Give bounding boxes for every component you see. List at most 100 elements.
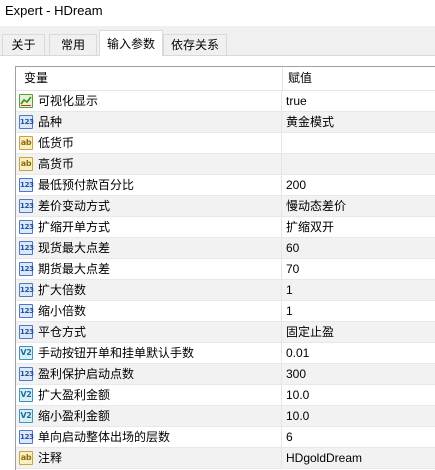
parameter-row[interactable]: 123 单向启动整体出场的层数 6 bbox=[16, 427, 435, 448]
value-cell[interactable]: 300 bbox=[286, 364, 306, 384]
header-separator[interactable] bbox=[282, 67, 283, 90]
parameter-row[interactable]: 可视化显示 true bbox=[16, 91, 435, 112]
int-icon: 123 bbox=[19, 283, 34, 297]
inputs-panel: 变量 赋值 可视化显示 true 123 品种 黄金模式 ab 低货币 ab 高货币 123 最低预… bbox=[0, 56, 435, 470]
value-cell[interactable]: 1 bbox=[286, 280, 293, 300]
int-icon: 123 bbox=[19, 430, 34, 444]
grid-header: 变量 赋值 bbox=[16, 67, 435, 91]
value-cell[interactable]: 慢动态差价 bbox=[286, 196, 346, 216]
parameter-row[interactable]: V2 扩大盈利金额 10.0 bbox=[16, 385, 435, 406]
variable-cell: V2 缩小盈利金额 bbox=[16, 406, 282, 426]
variable-cell: 123 缩小倍数 bbox=[16, 301, 282, 321]
string-icon: ab bbox=[19, 157, 33, 171]
variable-label: 缩小倍数 bbox=[38, 304, 87, 318]
variable-cell: 123 盈利保护启动点数 bbox=[16, 364, 282, 384]
variable-cell: V2 手动按钮开单和挂单默认手数 bbox=[16, 343, 282, 363]
value-cell[interactable]: HDgoldDream bbox=[286, 448, 362, 468]
value-cell[interactable]: 扩缩双开 bbox=[286, 217, 334, 237]
tab-dependencies[interactable]: 依存关系 bbox=[163, 34, 227, 55]
int-icon: 123 bbox=[19, 178, 34, 192]
tab-strip: 关于 常用 输入参数 依存关系 bbox=[0, 26, 435, 56]
value-cell[interactable]: 1 bbox=[286, 301, 293, 321]
int-icon: 123 bbox=[19, 241, 34, 255]
variable-label: 低货币 bbox=[38, 136, 75, 150]
variable-cell: 123 扩大倍数 bbox=[16, 280, 282, 300]
header-variable[interactable]: 变量 bbox=[24, 67, 48, 90]
variable-label: 注释 bbox=[38, 451, 63, 465]
variable-cell: 123 期货最大点差 bbox=[16, 259, 282, 279]
parameter-row[interactable]: 123 品种 黄金模式 bbox=[16, 112, 435, 133]
int-icon: 123 bbox=[19, 367, 34, 381]
variable-label: 最低预付款百分比 bbox=[38, 178, 135, 192]
tab-inputs[interactable]: 输入参数 bbox=[99, 30, 163, 56]
variable-label: 期货最大点差 bbox=[38, 262, 111, 276]
variable-cell: 123 最低预付款百分比 bbox=[16, 175, 282, 195]
value-cell[interactable]: 60 bbox=[286, 238, 299, 258]
value-cell[interactable]: 200 bbox=[286, 175, 306, 195]
variable-cell: 可视化显示 bbox=[16, 91, 282, 111]
parameter-row[interactable]: 123 盈利保护启动点数 300 bbox=[16, 364, 435, 385]
parameter-row[interactable]: ab 低货币 bbox=[16, 133, 435, 154]
variable-label: 差价变动方式 bbox=[38, 199, 111, 213]
variable-label: 盈利保护启动点数 bbox=[38, 367, 135, 381]
double-icon: V2 bbox=[19, 409, 33, 423]
string-icon: ab bbox=[19, 136, 33, 150]
value-cell[interactable]: 70 bbox=[286, 259, 299, 279]
int-icon: 123 bbox=[19, 325, 34, 339]
parameter-row[interactable]: 123 最低预付款百分比 200 bbox=[16, 175, 435, 196]
variable-cell: V2 扩大盈利金额 bbox=[16, 385, 282, 405]
int-icon: 123 bbox=[19, 199, 34, 213]
value-cell[interactable]: 10.0 bbox=[286, 385, 309, 405]
window-title: Expert - HDream bbox=[5, 3, 103, 18]
header-value[interactable]: 赋值 bbox=[288, 67, 312, 90]
value-cell[interactable]: 6 bbox=[286, 427, 293, 447]
value-cell[interactable]: 0.01 bbox=[286, 343, 309, 363]
variable-cell: ab 高货币 bbox=[16, 154, 282, 174]
parameter-row[interactable]: 123 扩大倍数 1 bbox=[16, 280, 435, 301]
variable-label: 扩大盈利金额 bbox=[38, 388, 111, 402]
int-icon: 123 bbox=[19, 220, 34, 234]
variable-label: 扩缩开单方式 bbox=[38, 220, 111, 234]
parameter-row[interactable]: 123 现货最大点差 60 bbox=[16, 238, 435, 259]
int-icon: 123 bbox=[19, 115, 34, 129]
variable-label: 手动按钮开单和挂单默认手数 bbox=[38, 346, 195, 360]
tab-about[interactable]: 关于 bbox=[2, 34, 45, 55]
variable-cell: ab 注释 bbox=[16, 448, 282, 468]
parameter-row[interactable]: ab 注释 HDgoldDream bbox=[16, 448, 435, 469]
parameter-row[interactable]: 123 平仓方式 固定止盈 bbox=[16, 322, 435, 343]
tab-common[interactable]: 常用 bbox=[49, 34, 97, 55]
variable-cell: 123 扩缩开单方式 bbox=[16, 217, 282, 237]
string-icon: ab bbox=[19, 451, 33, 465]
variable-label: 扩大倍数 bbox=[38, 283, 87, 297]
double-icon: V2 bbox=[19, 346, 33, 360]
value-cell[interactable]: 固定止盈 bbox=[286, 322, 334, 342]
bool-icon bbox=[19, 94, 33, 108]
double-icon: V2 bbox=[19, 388, 33, 402]
parameter-row[interactable]: 123 期货最大点差 70 bbox=[16, 259, 435, 280]
parameter-row[interactable]: 123 差价变动方式 慢动态差价 bbox=[16, 196, 435, 217]
value-cell[interactable]: 10.0 bbox=[286, 406, 309, 426]
variable-label: 现货最大点差 bbox=[38, 241, 111, 255]
parameter-row[interactable]: 123 扩缩开单方式 扩缩双开 bbox=[16, 217, 435, 238]
variable-label: 单向启动整体出场的层数 bbox=[38, 430, 171, 444]
variable-cell: 123 差价变动方式 bbox=[16, 196, 282, 216]
variable-label: 平仓方式 bbox=[38, 325, 87, 339]
variable-cell: 123 品种 bbox=[16, 112, 282, 132]
int-icon: 123 bbox=[19, 304, 34, 318]
variable-label: 高货币 bbox=[38, 157, 75, 171]
parameter-row[interactable]: V2 缩小盈利金额 10.0 bbox=[16, 406, 435, 427]
title-bar: Expert - HDream bbox=[0, 0, 435, 26]
parameter-row[interactable]: V2 手动按钮开单和挂单默认手数 0.01 bbox=[16, 343, 435, 364]
parameter-row[interactable]: ab 高货币 bbox=[16, 154, 435, 175]
parameters-grid: 变量 赋值 可视化显示 true 123 品种 黄金模式 ab 低货币 ab 高货币 123 最低预… bbox=[15, 66, 435, 470]
value-cell[interactable]: 黄金模式 bbox=[286, 112, 334, 132]
variable-cell: 123 平仓方式 bbox=[16, 322, 282, 342]
variable-label: 品种 bbox=[38, 115, 63, 129]
variable-label: 缩小盈利金额 bbox=[38, 409, 111, 423]
variable-cell: ab 低货币 bbox=[16, 133, 282, 153]
parameter-row[interactable]: 123 缩小倍数 1 bbox=[16, 301, 435, 322]
value-cell[interactable]: true bbox=[286, 91, 307, 111]
variable-label: 可视化显示 bbox=[38, 94, 99, 108]
int-icon: 123 bbox=[19, 262, 34, 276]
variable-cell: 123 单向启动整体出场的层数 bbox=[16, 427, 282, 447]
